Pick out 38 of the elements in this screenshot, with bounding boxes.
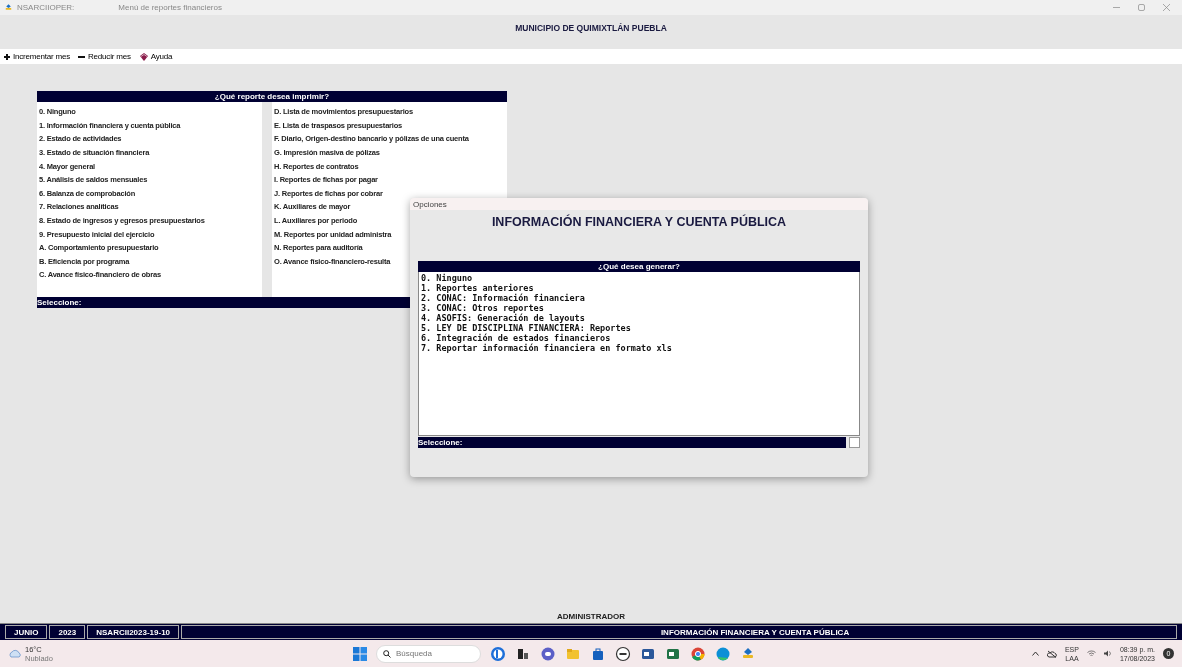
cloud-icon (8, 649, 22, 658)
menu-header: ¿Qué reporte desea imprimir? (37, 91, 507, 102)
dialog-title: Opciones (410, 198, 868, 210)
chat-icon[interactable] (539, 645, 556, 662)
status-field: INFORMACIÓN FINANCIERA Y CUENTA PÚBLICA (181, 625, 1177, 639)
option-item[interactable]: 1. Reportes anteriores (421, 283, 857, 293)
plus-icon (4, 53, 10, 60)
option-item[interactable]: 6. Integración de estados financieros (421, 333, 857, 343)
window-title: Menú de reportes financieros (118, 3, 222, 12)
search-field[interactable]: Búsqueda (375, 644, 481, 663)
status-field: 2023 (49, 625, 86, 639)
option-item[interactable]: 4. ASOFIS: Generación de layouts (421, 313, 857, 323)
toolbar-button[interactable]: Reducir mes (78, 52, 131, 61)
toolbar-button[interactable]: Incrementar mes (4, 52, 71, 61)
wifi-icon[interactable] (1086, 650, 1096, 657)
chevron-up-icon[interactable] (1031, 651, 1039, 656)
app-name: NSARCIIOPER: (17, 3, 75, 12)
option-item[interactable]: 5. LEY DE DISCIPLINA FINANCIERA: Reportes (421, 323, 857, 333)
checkbox[interactable] (849, 437, 860, 448)
cloud-icon[interactable] (1046, 649, 1057, 658)
windows-start-icon[interactable] (352, 646, 367, 661)
search-icon (382, 649, 391, 658)
option-item[interactable]: 0. Ninguno (421, 273, 857, 283)
browser-icon[interactable] (689, 645, 706, 662)
select-prompt-bar[interactable]: Seleccione: (418, 437, 846, 448)
toolbar-button[interactable]: Ayuda (138, 52, 173, 61)
minus-icon (78, 55, 86, 58)
browser-icon[interactable] (714, 645, 731, 662)
municipality-title: MUNICIPIO DE QUIMIXTLÁN PUEBLA (515, 23, 667, 35)
app-logo-icon (4, 3, 13, 12)
speaker-icon[interactable] (1103, 650, 1112, 657)
status-field: NSARCII2023-19-10 (87, 625, 180, 639)
search-b-icon[interactable] (489, 645, 506, 662)
status-field: JUNIO (5, 625, 48, 639)
dialog-heading: INFORMACIÓN FINANCIERA Y CUENTA PÚBLICA (490, 213, 788, 231)
list-header: ¿Qué desea generar? (418, 261, 860, 272)
user-label: ADMINISTRADOR (557, 611, 625, 621)
option-item[interactable]: 7. Reportar información financiera en formato xls (421, 343, 857, 353)
